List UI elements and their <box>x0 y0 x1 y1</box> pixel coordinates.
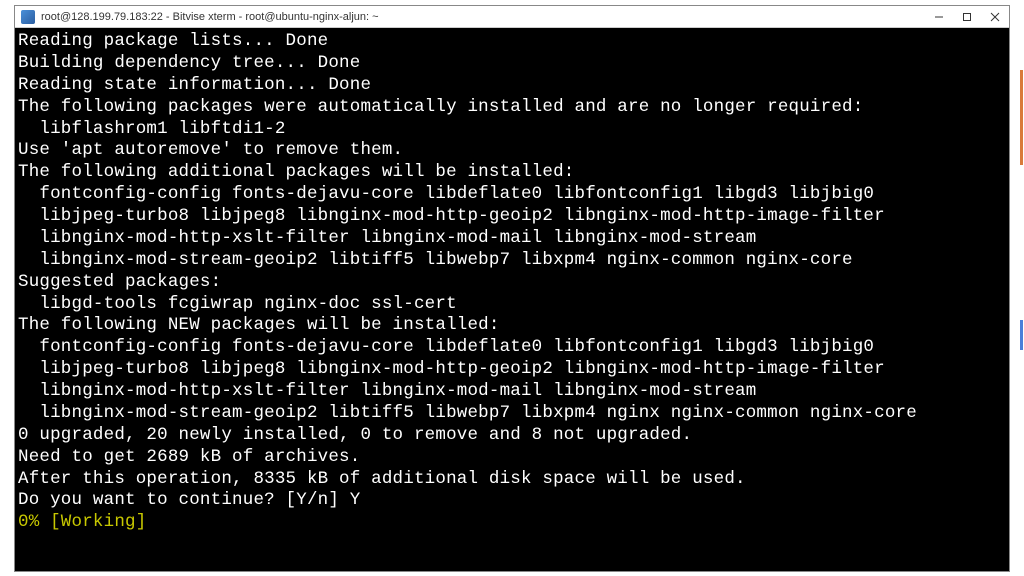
close-icon <box>990 12 1000 22</box>
maximize-button[interactable] <box>953 6 981 27</box>
terminal-window: root@128.199.79.183:22 - Bitvise xterm -… <box>14 5 1010 572</box>
window-controls <box>925 6 1009 27</box>
close-button[interactable] <box>981 6 1009 27</box>
window-title: root@128.199.79.183:22 - Bitvise xterm -… <box>41 11 925 23</box>
edge-orange-accent <box>1020 70 1023 165</box>
progress-line: 0% [Working] <box>18 512 146 532</box>
app-icon <box>21 10 35 24</box>
maximize-icon <box>962 12 972 22</box>
edge-blue-accent <box>1020 320 1023 350</box>
minimize-icon <box>934 12 944 22</box>
minimize-button[interactable] <box>925 6 953 27</box>
right-edge-decor <box>1020 35 1023 572</box>
terminal-output[interactable]: Reading package lists... Done Building d… <box>15 28 1009 571</box>
title-bar[interactable]: root@128.199.79.183:22 - Bitvise xterm -… <box>15 6 1009 28</box>
